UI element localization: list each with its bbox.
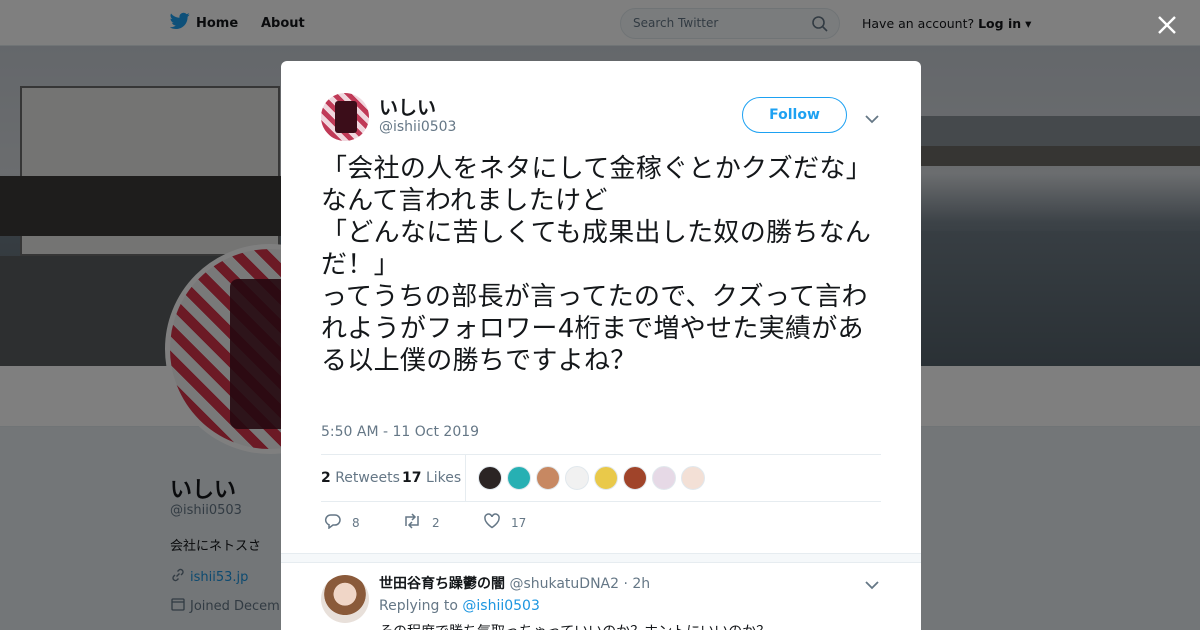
- likes-count: 17: [402, 470, 422, 486]
- liker-avatar[interactable]: [652, 466, 676, 490]
- replying-to-link[interactable]: @ishii0503: [462, 598, 539, 614]
- replying-to: Replying to @ishii0503: [379, 598, 540, 614]
- tweet-modal: いしい @ishii0503 Follow 「会社の人をネタにして金稼ぐとかクズ…: [281, 61, 921, 630]
- reply-icon[interactable]: [324, 513, 342, 532]
- reply-author-handle[interactable]: @shukatuDNA2: [509, 576, 619, 592]
- like-count: 17: [511, 515, 527, 530]
- retweets-label: Retweets: [335, 470, 400, 486]
- likes-label: Likes: [425, 470, 462, 486]
- reply-timestamp[interactable]: · 2h: [624, 576, 651, 592]
- reply-menu-chevron-down-icon[interactable]: [865, 575, 879, 594]
- retweet-count: 2: [432, 515, 440, 530]
- liker-avatar[interactable]: [623, 466, 647, 490]
- follow-button[interactable]: Follow: [742, 97, 847, 133]
- reply-action[interactable]: 8: [324, 513, 360, 532]
- tweet-menu-chevron-down-icon[interactable]: [865, 109, 879, 128]
- liker-avatar[interactable]: [594, 466, 618, 490]
- likes-stat[interactable]: 17 Likes: [402, 470, 461, 486]
- liker-avatar[interactable]: [565, 466, 589, 490]
- reply-header: 世田谷育ち躁鬱の闇 @shukatuDNA2 · 2h: [379, 573, 650, 593]
- reply-author-name[interactable]: 世田谷育ち躁鬱の闇: [379, 576, 505, 592]
- liker-avatar[interactable]: [478, 466, 502, 490]
- tweet-stats: 2 Retweets 17 Likes: [321, 454, 881, 502]
- tweet-timestamp[interactable]: 5:50 AM - 11 Oct 2019: [321, 424, 479, 440]
- liker-avatar[interactable]: [507, 466, 531, 490]
- retweet-action[interactable]: 2: [402, 513, 440, 532]
- retweet-icon[interactable]: [402, 513, 422, 532]
- replies-separator: [281, 553, 921, 563]
- stats-divider: [465, 455, 466, 502]
- retweets-count: 2: [321, 470, 331, 486]
- heart-icon[interactable]: [483, 513, 501, 532]
- retweets-stat[interactable]: 2 Retweets: [321, 470, 400, 486]
- replying-to-prefix: Replying to: [379, 598, 458, 614]
- tweet-author-handle[interactable]: @ishii0503: [379, 119, 456, 135]
- liker-avatar[interactable]: [536, 466, 560, 490]
- liker-avatar[interactable]: [681, 466, 705, 490]
- tweet-actions: 8 2 17: [321, 511, 881, 535]
- tweet-author-name[interactable]: いしい: [379, 93, 436, 120]
- tweet-text: 「会社の人をネタにして金稼ぐとかクズだな」 なんて言われましたけど 「どんなに苦…: [321, 154, 873, 376]
- close-icon[interactable]: [1154, 12, 1180, 38]
- author-avatar-glass: [335, 101, 357, 133]
- reply-author-avatar[interactable]: [321, 575, 369, 623]
- reply-count: 8: [352, 515, 360, 530]
- like-action[interactable]: 17: [483, 513, 526, 532]
- reply-text: その程度で勝ち気取っちゃっていいのか？ホントにいいのか？: [379, 621, 770, 630]
- tweet-author-avatar[interactable]: [321, 93, 369, 141]
